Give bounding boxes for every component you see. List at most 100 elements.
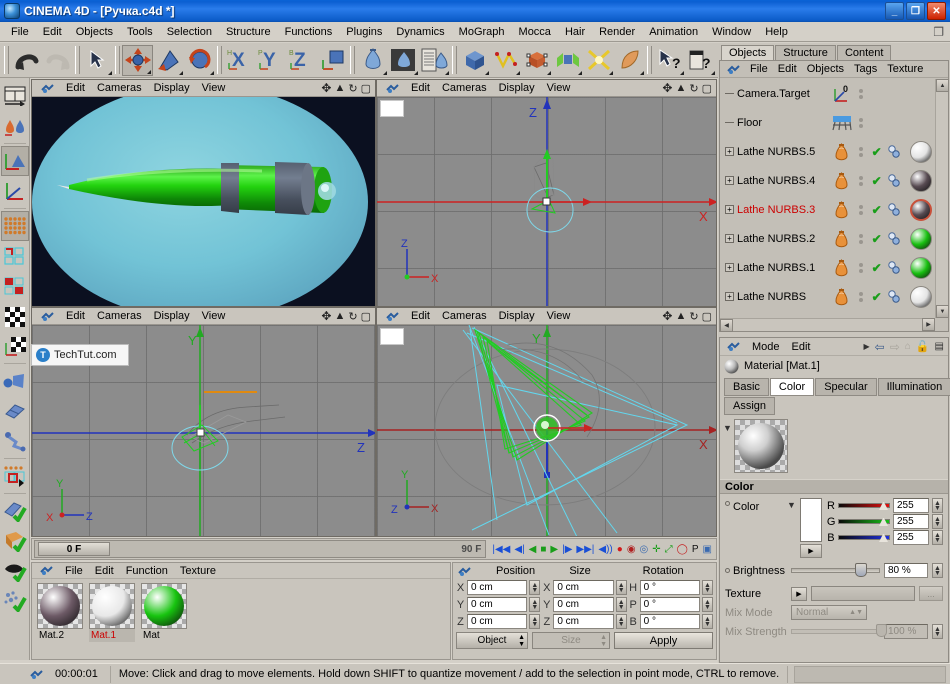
material-editor-menu-edit[interactable]: Edit: [787, 340, 816, 354]
step-forward-button[interactable]: |▶: [561, 544, 573, 555]
zoom-icon[interactable]: ▲: [675, 82, 686, 94]
menu-window[interactable]: Window: [705, 24, 758, 40]
axis-y-icon[interactable]: YP: [255, 45, 286, 76]
channel-g-knob[interactable]: [879, 517, 888, 526]
object-menu-tags[interactable]: Tags: [849, 62, 882, 76]
rotation-p-stepper[interactable]: ▲▼: [702, 597, 713, 612]
position-y-stepper[interactable]: ▲▼: [529, 597, 540, 612]
uv-mode-icon[interactable]: [1, 331, 29, 361]
menu-functions[interactable]: Functions: [278, 24, 340, 40]
keyframe-selection-button[interactable]: ◎: [639, 544, 650, 555]
menu-help[interactable]: Help: [758, 24, 795, 40]
record-button[interactable]: ●: [616, 544, 624, 555]
spline-icon[interactable]: [490, 45, 521, 76]
viewport-menu-cameras[interactable]: Cameras: [91, 81, 148, 95]
record-rotation-button[interactable]: ◯: [676, 544, 689, 555]
rotation-b-field[interactable]: 0 °: [640, 614, 700, 629]
rotate-icon[interactable]: ↻: [348, 310, 357, 323]
channel-r-slider[interactable]: [838, 501, 890, 510]
dropdown-corner-icon[interactable]: [547, 71, 551, 75]
channel-g-slider[interactable]: [838, 517, 890, 526]
texture-menu-button[interactable]: ▶: [791, 587, 807, 601]
object-menu-edit[interactable]: Edit: [773, 62, 802, 76]
position-y-field[interactable]: 0 cm: [467, 597, 527, 612]
close-button[interactable]: ✕: [927, 2, 946, 20]
floor-icon[interactable]: [830, 113, 854, 133]
object-name[interactable]: Floor: [737, 117, 762, 129]
viewport-solo-icon[interactable]: [1, 556, 29, 586]
play-arrow-icon[interactable]: ▶: [864, 342, 870, 351]
expand-icon[interactable]: +: [725, 292, 734, 301]
help-document-icon[interactable]: ?: [685, 45, 716, 76]
dropdown-corner-icon[interactable]: [578, 71, 582, 75]
object-name[interactable]: Lathe NURBS.2: [737, 233, 815, 245]
color-swatch[interactable]: [800, 498, 822, 542]
play-button[interactable]: ▶: [549, 544, 559, 555]
material-menu-file[interactable]: File: [59, 564, 89, 578]
menu-animation[interactable]: Animation: [642, 24, 705, 40]
menu-mocca[interactable]: Mocca: [512, 24, 558, 40]
lathe-nurbs-icon[interactable]: [830, 287, 854, 307]
pan-icon[interactable]: ✥: [662, 309, 672, 323]
scroll-down-button[interactable]: ▼: [936, 305, 949, 318]
position-x-field[interactable]: 0 cm: [467, 580, 527, 595]
menu-render[interactable]: Render: [592, 24, 642, 40]
material-menu-function[interactable]: Function: [120, 564, 174, 578]
rotate-icon[interactable]: ↻: [689, 82, 698, 95]
brightness-slider-knob[interactable]: [855, 563, 867, 577]
tag-icon[interactable]: [885, 202, 907, 218]
nurbs-icon[interactable]: [521, 45, 552, 76]
zoom-icon[interactable]: ▲: [675, 310, 686, 322]
brightness-stepper[interactable]: ▲▼: [932, 563, 943, 578]
toolbar-grip[interactable]: [4, 46, 9, 74]
scene-object-icon[interactable]: [614, 45, 645, 76]
particles-icon[interactable]: [583, 45, 614, 76]
dropdown-corner-icon[interactable]: [147, 70, 151, 74]
object-name[interactable]: Lathe NURBS.5: [737, 146, 815, 158]
scroll-up-button[interactable]: ▲: [936, 79, 949, 92]
lock-icon[interactable]: 🔓: [916, 340, 930, 353]
visibility-dots[interactable]: [854, 118, 869, 128]
assign-tab[interactable]: Assign: [724, 397, 775, 415]
visibility-dots[interactable]: [854, 205, 869, 215]
minimize-button[interactable]: _: [885, 2, 904, 20]
tag-icon[interactable]: [885, 260, 907, 276]
record-scale-button[interactable]: ⤢: [664, 544, 674, 555]
menu-selection[interactable]: Selection: [160, 24, 219, 40]
channel-b-field[interactable]: 255: [893, 530, 929, 545]
dropdown-corner-icon[interactable]: [414, 71, 418, 75]
material-tag-icon[interactable]: [907, 228, 935, 250]
viewport-menu-view[interactable]: View: [196, 81, 232, 95]
dropdown-corner-icon[interactable]: [383, 71, 387, 75]
record-parameter-button[interactable]: P: [691, 544, 700, 555]
menu-tools[interactable]: Tools: [120, 24, 160, 40]
visibility-dots[interactable]: [854, 147, 869, 157]
object-manager-icon[interactable]: [419, 45, 450, 76]
visible-check-icon[interactable]: ✔: [868, 145, 885, 159]
rotation-h-stepper[interactable]: ▲▼: [702, 580, 713, 595]
material-tag-icon[interactable]: [907, 170, 935, 192]
world-coordinates-icon[interactable]: [317, 45, 348, 76]
menu-hair[interactable]: Hair: [558, 24, 592, 40]
cube-primitive-icon[interactable]: [459, 45, 490, 76]
object-menu-objects[interactable]: Objects: [802, 62, 849, 76]
object-row[interactable]: +Lathe NURBS.5✔: [720, 137, 935, 166]
viewport-perspective-canvas[interactable]: [32, 97, 375, 306]
dropdown-corner-icon[interactable]: [640, 71, 644, 75]
object-row[interactable]: Camera.Target0: [720, 79, 935, 108]
viewport-menu-edit[interactable]: Edit: [405, 81, 436, 95]
material-tab-illumination[interactable]: Illumination: [878, 378, 950, 396]
object-row[interactable]: +Lathe NURBS.2✔: [720, 224, 935, 253]
dropdown-corner-icon[interactable]: [179, 71, 183, 75]
visible-check-icon[interactable]: ✔: [868, 261, 885, 275]
step-back-button[interactable]: ◀|: [513, 544, 525, 555]
channel-r-field[interactable]: 255: [893, 498, 929, 513]
viewport-right-canvas[interactable]: X Y: [377, 325, 716, 536]
back-arrow-icon[interactable]: ⇦: [875, 340, 885, 354]
menu-dynamics[interactable]: Dynamics: [389, 24, 451, 40]
redo-icon[interactable]: [42, 45, 73, 76]
mix-strength-value-field[interactable]: 100 %: [884, 624, 928, 639]
expand-icon[interactable]: +: [725, 176, 734, 185]
material-tag-icon[interactable]: [907, 257, 935, 279]
material-swatch[interactable]: Mat.1: [89, 583, 135, 642]
